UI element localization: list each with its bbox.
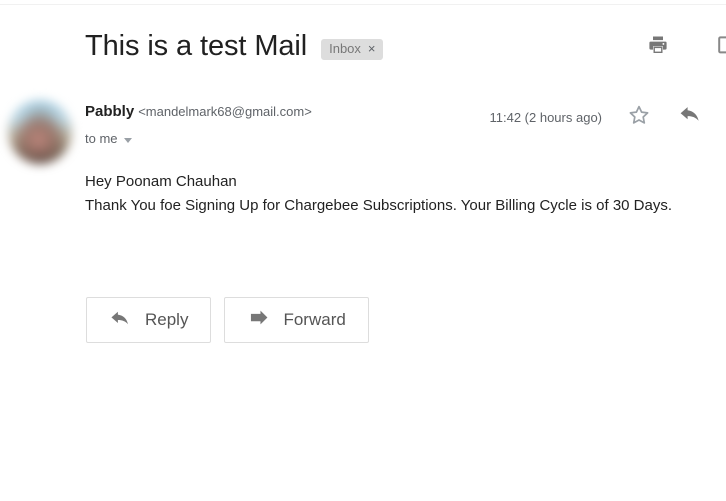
reply-button-label: Reply	[145, 310, 189, 329]
forward-button-label: Forward	[283, 310, 346, 329]
star-button[interactable]	[626, 104, 652, 130]
open-in-new-window-icon	[716, 33, 726, 62]
label-chip-label: Inbox	[329, 40, 361, 56]
forward-button[interactable]: Forward	[224, 297, 369, 343]
print-icon	[646, 33, 670, 62]
star-icon	[627, 103, 651, 132]
body-line: Thank You foe Signing Up for Chargebee S…	[85, 197, 673, 214]
recipient-line[interactable]: to me	[85, 131, 312, 147]
reply-arrow-icon	[109, 308, 133, 333]
close-icon[interactable]: ×	[368, 41, 376, 56]
sender-name[interactable]: Pabbly	[85, 103, 134, 120]
sender-line: Pabbly <mandelmark68@gmail.com>	[85, 102, 312, 122]
timestamp: 11:42 (2 hours ago)	[489, 109, 603, 125]
reply-button[interactable]: Reply	[86, 297, 212, 343]
reply-arrow-icon	[678, 103, 704, 132]
sender-email[interactable]: <mandelmark68@gmail.com>	[138, 104, 312, 119]
header-actions	[638, 30, 726, 64]
print-button[interactable]	[638, 30, 678, 64]
reply-icon-button[interactable]	[676, 104, 706, 130]
recipient-label: to me	[85, 131, 118, 146]
sender-info: Pabbly <mandelmark68@gmail.com> to me	[85, 102, 312, 147]
avatar-image	[8, 100, 72, 164]
email-header: This is a test Mail Inbox ×	[0, 26, 726, 72]
top-divider	[0, 4, 726, 5]
message-actions: Reply Forward	[86, 297, 369, 343]
message-meta: 11:42 (2 hours ago)	[490, 104, 707, 130]
forward-arrow-icon	[247, 308, 271, 333]
chevron-down-icon[interactable]	[123, 137, 132, 143]
message-body: Hey Poonam Chauhan Thank You foe Signing…	[85, 170, 726, 218]
label-chip-inbox[interactable]: Inbox ×	[321, 38, 383, 60]
body-line: Hey Poonam Chauhan	[85, 173, 237, 190]
message-header: Pabbly <mandelmark68@gmail.com> to me 11:…	[0, 96, 726, 164]
subject-line: This is a test Mail Inbox ×	[85, 26, 383, 66]
open-in-new-window-button[interactable]	[708, 30, 726, 64]
avatar	[8, 100, 72, 164]
page-title: This is a test Mail	[85, 30, 308, 62]
